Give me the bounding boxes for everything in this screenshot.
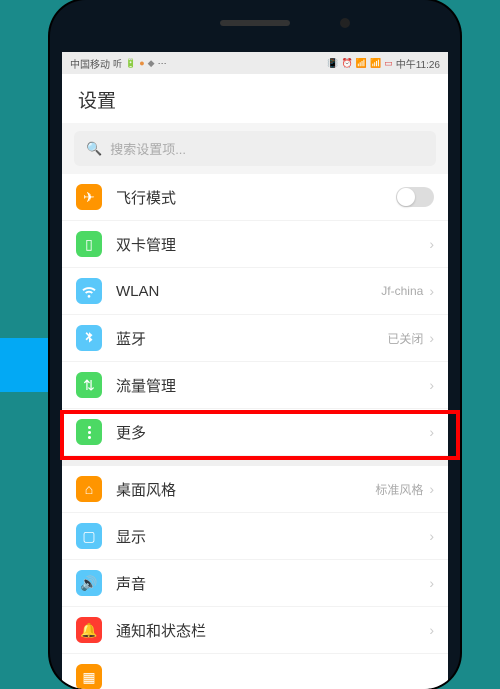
row-label: 流量管理: [116, 375, 429, 396]
page-title: 设置: [78, 86, 432, 113]
row-value: 标准风格: [375, 481, 423, 498]
status-dot-icon: ●: [139, 58, 144, 68]
app-icon: ▦: [76, 664, 102, 689]
status-bar: 中国移动 听 🔋 ● ◆ ⋯ 📳 ⏰ 📶 📶 ▭ 中午11:26: [62, 52, 448, 74]
group-divider: [62, 456, 448, 466]
row-data-usage[interactable]: ⇅ 流量管理 ›: [62, 362, 448, 409]
row-label: 更多: [116, 422, 429, 443]
search-placeholder: 搜索设置项...: [110, 139, 186, 158]
row-wlan[interactable]: WLAN Jf-china ›: [62, 268, 448, 315]
status-more-icon: ⋯: [158, 58, 167, 69]
speaker-slot: [220, 20, 290, 26]
wifi-row-icon: [76, 278, 102, 304]
more-icon: [76, 419, 102, 445]
chevron-right-icon: ›: [429, 236, 434, 252]
row-partial[interactable]: ▦: [62, 654, 448, 689]
row-label: 通知和状态栏: [116, 620, 429, 641]
vibrate-icon: 📳: [327, 58, 338, 69]
front-camera: [340, 18, 350, 28]
row-sound[interactable]: 🔊 声音 ›: [62, 560, 448, 607]
status-app-icon: 听: [113, 57, 122, 70]
chevron-right-icon: ›: [429, 528, 434, 544]
search-input[interactable]: 🔍 搜索设置项...: [74, 131, 436, 166]
sound-icon: 🔊: [76, 570, 102, 596]
sim-icon: ▯: [76, 231, 102, 257]
chevron-right-icon: ›: [429, 377, 434, 393]
desktop-icon: ⌂: [76, 476, 102, 502]
row-dual-sim[interactable]: ▯ 双卡管理 ›: [62, 221, 448, 268]
row-bluetooth[interactable]: 蓝牙 已关闭 ›: [62, 315, 448, 362]
row-label: WLAN: [116, 283, 381, 300]
airplane-icon: ✈: [76, 184, 102, 210]
data-icon: ⇅: [76, 372, 102, 398]
row-desktop-style[interactable]: ⌂ 桌面风格 标准风格 ›: [62, 466, 448, 513]
status-battery-small-icon: 🔋: [125, 58, 136, 69]
row-airplane-mode[interactable]: ✈ 飞行模式: [62, 174, 448, 221]
bluetooth-icon: [76, 325, 102, 351]
row-label: 飞行模式: [116, 187, 396, 208]
chevron-right-icon: ›: [429, 283, 434, 299]
bell-icon: 🔔: [76, 617, 102, 643]
row-value: Jf-china: [381, 284, 423, 298]
page-header: 设置: [62, 74, 448, 123]
signal-icon: 📶: [370, 58, 381, 69]
row-notifications[interactable]: 🔔 通知和状态栏 ›: [62, 607, 448, 654]
row-display[interactable]: ▢ 显示 ›: [62, 513, 448, 560]
chevron-right-icon: ›: [429, 622, 434, 638]
settings-list: ✈ 飞行模式 ▯ 双卡管理 › WLAN Jf-china ›: [62, 174, 448, 689]
wifi-icon: 📶: [356, 58, 367, 69]
chevron-right-icon: ›: [429, 330, 434, 346]
display-icon: ▢: [76, 523, 102, 549]
row-label: 双卡管理: [116, 234, 429, 255]
side-accent: [0, 338, 48, 392]
alarm-icon: ⏰: [342, 58, 353, 69]
phone-frame: 中国移动 听 🔋 ● ◆ ⋯ 📳 ⏰ 📶 📶 ▭ 中午11:26 设置 🔍 搜索…: [50, 0, 460, 689]
status-dot2-icon: ◆: [148, 58, 155, 69]
airplane-toggle[interactable]: [396, 187, 434, 207]
row-value: 已关闭: [387, 330, 423, 347]
row-label: 显示: [116, 526, 429, 547]
row-label: 声音: [116, 573, 429, 594]
battery-icon: ▭: [384, 58, 393, 69]
screen: 中国移动 听 🔋 ● ◆ ⋯ 📳 ⏰ 📶 📶 ▭ 中午11:26 设置 🔍 搜索…: [62, 52, 448, 689]
chevron-right-icon: ›: [429, 424, 434, 440]
chevron-right-icon: ›: [429, 575, 434, 591]
search-icon: 🔍: [86, 141, 102, 157]
carrier-label: 中国移动: [70, 56, 110, 71]
chevron-right-icon: ›: [429, 481, 434, 497]
row-more[interactable]: 更多 ›: [62, 409, 448, 456]
row-label: 蓝牙: [116, 328, 387, 349]
row-label: 桌面风格: [116, 479, 375, 500]
clock-label: 中午11:26: [396, 56, 440, 71]
